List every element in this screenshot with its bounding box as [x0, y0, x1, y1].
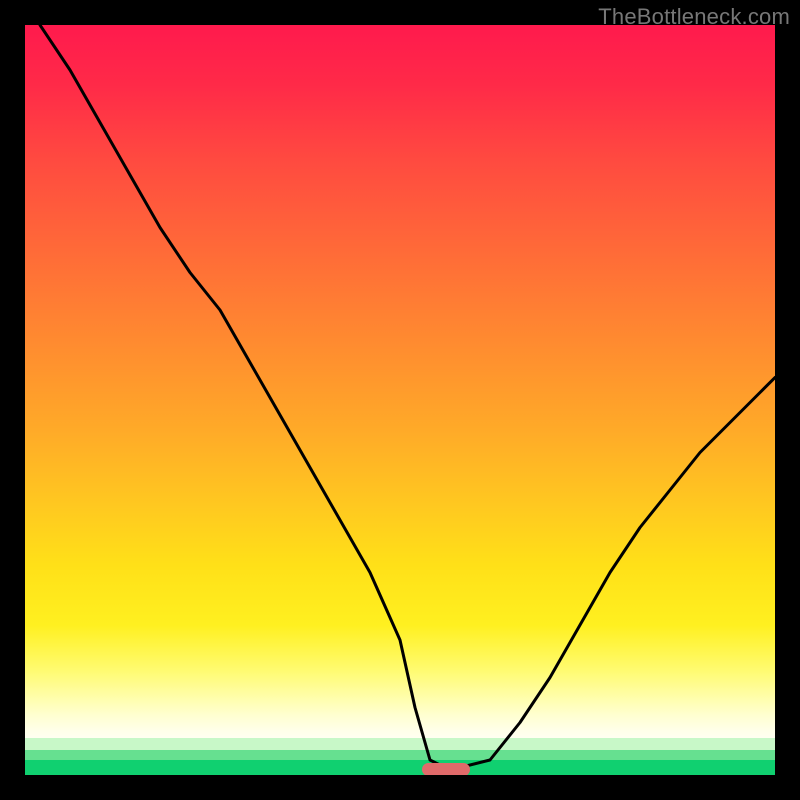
chart-frame: TheBottleneck.com [0, 0, 800, 800]
bottleneck-curve [25, 25, 775, 775]
optimal-marker [422, 763, 470, 775]
watermark-text: TheBottleneck.com [598, 4, 790, 30]
curve-path [40, 25, 775, 768]
plot-area [25, 25, 775, 775]
